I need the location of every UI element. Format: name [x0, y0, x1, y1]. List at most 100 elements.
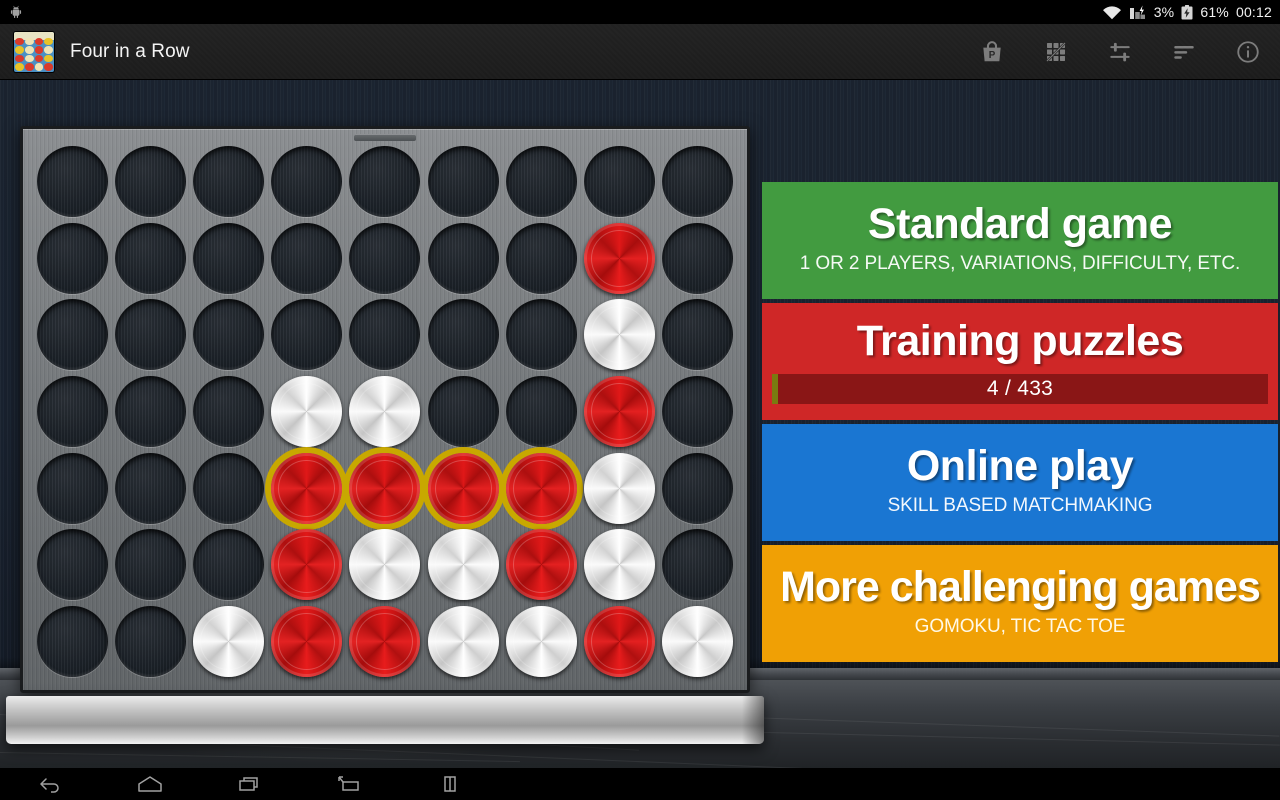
board-cell-r2-c1[interactable]	[111, 296, 189, 373]
board-cell-r4-c0[interactable]	[33, 450, 111, 527]
board-cell-r4-c6[interactable]	[502, 450, 580, 527]
training-puzzles-card[interactable]: Training puzzles 4 / 433	[762, 303, 1278, 420]
empty-slot	[349, 299, 421, 371]
cell-signal-icon	[1129, 4, 1147, 20]
board-frame	[20, 126, 750, 693]
board-cell-r3-c4[interactable]	[346, 373, 424, 450]
four-in-a-row-app-icon	[14, 31, 54, 72]
board-cell-r3-c5[interactable]	[424, 373, 502, 450]
board-cell-r0-c5[interactable]	[424, 143, 502, 220]
svg-text:P: P	[989, 50, 996, 61]
board-cell-r4-c5[interactable]	[424, 450, 502, 527]
board-cell-r1-c7[interactable]	[581, 220, 659, 297]
board-cell-r1-c6[interactable]	[502, 220, 580, 297]
white-disc	[505, 606, 577, 678]
board-cell-r6-c2[interactable]	[189, 603, 267, 680]
board-cell-r4-c8[interactable]	[659, 450, 737, 527]
board-cell-r5-c8[interactable]	[659, 527, 737, 604]
training-progress-bar: 4 / 433	[772, 373, 1268, 404]
board-cell-r2-c0[interactable]	[33, 296, 111, 373]
board-cell-r1-c8[interactable]	[659, 220, 737, 297]
empty-slot	[505, 222, 577, 294]
white-disc	[193, 606, 265, 678]
board-cell-r4-c3[interactable]	[268, 450, 346, 527]
board-cell-r2-c6[interactable]	[502, 296, 580, 373]
status-bar: 3% 61% 00:12	[0, 0, 1280, 24]
board-cell-r5-c7[interactable]	[581, 527, 659, 604]
board-cell-r6-c6[interactable]	[502, 603, 580, 680]
back-icon[interactable]	[0, 768, 100, 800]
board-cell-r0-c6[interactable]	[502, 143, 580, 220]
home-icon[interactable]	[100, 768, 200, 800]
board-cell-r4-c7[interactable]	[581, 450, 659, 527]
multiwindow-icon[interactable]	[400, 768, 500, 800]
board-cell-r4-c4[interactable]	[346, 450, 424, 527]
board-cell-r1-c0[interactable]	[33, 220, 111, 297]
board-cell-r2-c2[interactable]	[189, 296, 267, 373]
board-cell-r0-c3[interactable]	[268, 143, 346, 220]
empty-slot	[36, 222, 108, 294]
board-cell-r5-c0[interactable]	[33, 527, 111, 604]
board-cell-r5-c4[interactable]	[346, 527, 424, 604]
board-cell-r1-c4[interactable]	[346, 220, 424, 297]
board-cell-r2-c3[interactable]	[268, 296, 346, 373]
board-cell-r4-c2[interactable]	[189, 450, 267, 527]
board-cell-r0-c2[interactable]	[189, 143, 267, 220]
board-cell-r5-c5[interactable]	[424, 527, 502, 604]
board-cell-r3-c1[interactable]	[111, 373, 189, 450]
board-cell-r3-c3[interactable]	[268, 373, 346, 450]
standard-game-card[interactable]: Standard game 1 OR 2 PLAYERS, VARIATIONS…	[762, 182, 1278, 299]
board-cell-r5-c3[interactable]	[268, 527, 346, 604]
empty-slot	[193, 529, 265, 601]
game-scene: Standard game 1 OR 2 PLAYERS, VARIATIONS…	[0, 80, 1280, 768]
board-cell-r6-c8[interactable]	[659, 603, 737, 680]
board-cell-r3-c0[interactable]	[33, 373, 111, 450]
online-play-card[interactable]: Online play SKILL BASED MATCHMAKING	[762, 424, 1278, 541]
board-cell-r5-c6[interactable]	[502, 527, 580, 604]
puzzle-grid-icon[interactable]	[1024, 24, 1088, 80]
board-cell-r3-c2[interactable]	[189, 373, 267, 450]
board-cell-r6-c0[interactable]	[33, 603, 111, 680]
board-cell-r2-c8[interactable]	[659, 296, 737, 373]
board-cell-r1-c3[interactable]	[268, 220, 346, 297]
board-cell-r0-c0[interactable]	[33, 143, 111, 220]
info-circle-icon[interactable]	[1216, 24, 1280, 80]
sort-list-icon[interactable]	[1152, 24, 1216, 80]
board-cell-r5-c1[interactable]	[111, 527, 189, 604]
shop-bag-icon[interactable]: P	[960, 24, 1024, 80]
board-cell-r2-c5[interactable]	[424, 296, 502, 373]
board-cell-r0-c8[interactable]	[659, 143, 737, 220]
board-cell-r3-c8[interactable]	[659, 373, 737, 450]
red-disc	[505, 529, 577, 601]
board-cell-r6-c7[interactable]	[581, 603, 659, 680]
system-nav-bar	[0, 768, 1280, 800]
empty-slot	[505, 145, 577, 217]
board-cell-r3-c6[interactable]	[502, 373, 580, 450]
recents-icon[interactable]	[200, 768, 300, 800]
board-cell-r6-c4[interactable]	[346, 603, 424, 680]
board-cell-r0-c1[interactable]	[111, 143, 189, 220]
connect-four-board[interactable]	[6, 126, 765, 751]
board-cell-r6-c1[interactable]	[111, 603, 189, 680]
board-cell-r1-c1[interactable]	[111, 220, 189, 297]
board-cell-r2-c7[interactable]	[581, 296, 659, 373]
board-cell-r1-c5[interactable]	[424, 220, 502, 297]
sliders-settings-icon[interactable]	[1088, 24, 1152, 80]
empty-slot	[427, 222, 499, 294]
board-cell-r0-c7[interactable]	[581, 143, 659, 220]
empty-slot	[584, 145, 656, 217]
board-cell-r3-c7[interactable]	[581, 373, 659, 450]
standard-game-title: Standard game	[867, 200, 1173, 249]
board-cell-r4-c1[interactable]	[111, 450, 189, 527]
board-cell-r6-c5[interactable]	[424, 603, 502, 680]
board-cell-r6-c3[interactable]	[268, 603, 346, 680]
board-cell-r5-c2[interactable]	[189, 527, 267, 604]
more-games-card[interactable]: More challenging games GOMOKU, TIC TAC T…	[762, 545, 1278, 662]
board-cell-r0-c4[interactable]	[346, 143, 424, 220]
wifi-icon	[1102, 5, 1122, 20]
board-cell-r1-c2[interactable]	[189, 220, 267, 297]
screenshot-popup-icon[interactable]	[300, 768, 400, 800]
empty-slot	[193, 299, 265, 371]
board-grid[interactable]	[33, 143, 737, 680]
board-cell-r2-c4[interactable]	[346, 296, 424, 373]
